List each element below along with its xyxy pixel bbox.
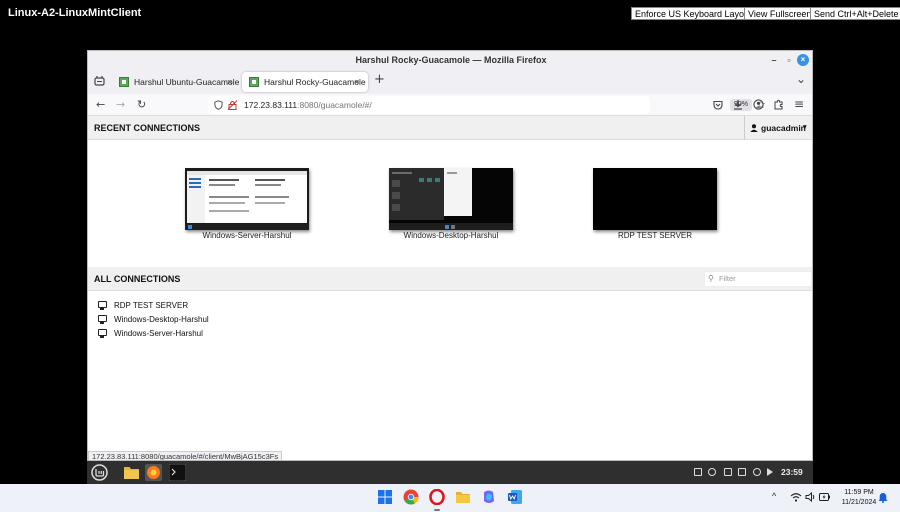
guacamole-favicon-icon xyxy=(249,77,259,87)
monitor-icon xyxy=(98,315,107,324)
file-explorer-icon[interactable] xyxy=(455,489,471,505)
connection-item[interactable]: RDP TEST SERVER xyxy=(98,300,188,312)
connection-name: Windows-Desktop-Harshul xyxy=(114,315,209,324)
windows-start-icon[interactable] xyxy=(377,489,393,505)
pocket-icon[interactable] xyxy=(713,100,723,110)
connection-item[interactable]: Windows-Desktop-Harshul xyxy=(98,314,209,326)
guacamole-favicon-icon xyxy=(119,77,129,87)
forward-icon[interactable]: → xyxy=(116,99,125,111)
session-title: Linux-A2-LinuxMintClient xyxy=(8,7,142,19)
firefox-view-icon[interactable] xyxy=(94,75,105,86)
volume-icon[interactable] xyxy=(767,468,773,476)
window-title: Harshul Rocky-Guacamole — Mozilla Firefo… xyxy=(355,55,547,65)
recent-connection-thumbnail-server[interactable] xyxy=(185,168,309,230)
tab-rocky-guacamole[interactable]: Harshul Rocky-Guacamole × xyxy=(242,72,368,92)
tab-label: Harshul Ubuntu-Guacamole xyxy=(134,77,240,87)
monitor-icon xyxy=(98,301,107,310)
tab-close-icon[interactable]: × xyxy=(227,72,232,92)
copilot-icon[interactable] xyxy=(481,489,497,505)
list-tabs-chevron-down-icon[interactable]: ⌄ xyxy=(796,73,806,85)
mint-panel: 23:59 xyxy=(87,461,813,484)
show-hidden-icons-chevron-icon[interactable]: ^ xyxy=(772,491,776,501)
recent-connection-thumbnail-rdp-test[interactable] xyxy=(593,168,717,230)
filter-placeholder: Filter xyxy=(719,274,736,283)
downloads-icon[interactable] xyxy=(733,99,743,110)
opera-icon[interactable] xyxy=(429,489,445,505)
all-connections-header: ALL CONNECTIONS ⚲ Filter xyxy=(88,267,812,291)
network-icon[interactable] xyxy=(753,468,761,476)
tab-ubuntu-guacamole[interactable]: Harshul Ubuntu-Guacamole × xyxy=(112,72,240,92)
connection-name: Windows-Server-Harshul xyxy=(114,329,203,338)
mint-clock[interactable]: 23:59 xyxy=(781,461,803,484)
url-text[interactable]: 172.23.83.111:8080/guacamole/#/ xyxy=(244,96,372,114)
minimize-icon[interactable]: – xyxy=(768,54,780,66)
extensions-icon[interactable] xyxy=(773,99,784,110)
url-host: 172.23.83.111 xyxy=(244,100,298,110)
monitor-icon xyxy=(98,329,107,338)
connection-name: RDP TEST SERVER xyxy=(114,301,189,310)
back-icon[interactable]: ← xyxy=(96,99,105,111)
url-bar[interactable]: 172.23.83.111:8080/guacamole/#/ 90% ☆ xyxy=(208,96,766,114)
tab-bar: Harshul Ubuntu-Guacamole × Harshul Rocky… xyxy=(88,69,812,94)
recent-connection-label[interactable]: Windows-Server-Harshul xyxy=(162,231,332,240)
speaker-icon[interactable] xyxy=(805,492,816,502)
recent-connection-label[interactable]: Windows-Desktop-Harshul xyxy=(366,231,536,240)
notifications-icon[interactable] xyxy=(694,468,702,476)
word-icon[interactable] xyxy=(507,489,523,505)
security-shield-icon[interactable] xyxy=(708,468,716,476)
reload-icon[interactable]: ↻ xyxy=(137,99,146,111)
all-connections-title: ALL CONNECTIONS xyxy=(94,274,181,284)
notification-bell-icon[interactable] xyxy=(878,492,888,503)
user-menu[interactable]: guacadmin ▾ xyxy=(744,116,812,140)
guacamole-home: RECENT CONNECTIONS guacadmin ▾ Windows-S… xyxy=(88,116,812,460)
window-close-icon[interactable]: × xyxy=(797,54,809,66)
mint-menu-icon[interactable] xyxy=(91,464,108,481)
window-titlebar: Harshul Rocky-Guacamole — Mozilla Firefo… xyxy=(88,51,812,69)
recent-connection-label[interactable]: RDP TEST SERVER xyxy=(570,231,740,240)
view-fullscreen-button[interactable]: View Fullscreen xyxy=(744,7,816,20)
files-folder-icon[interactable] xyxy=(123,464,140,481)
recent-connections-header: RECENT CONNECTIONS guacadmin ▾ xyxy=(88,116,812,140)
user-icon xyxy=(750,124,758,132)
firefox-window: Harshul Rocky-Guacamole — Mozilla Firefo… xyxy=(87,50,813,461)
search-icon: ⚲ xyxy=(708,274,714,283)
user-menu-caret-icon: ▾ xyxy=(803,124,807,131)
terminal-icon[interactable] xyxy=(169,464,186,481)
tab-close-icon[interactable]: × xyxy=(354,72,359,92)
battery-icon[interactable] xyxy=(738,468,746,476)
username: guacadmin xyxy=(761,123,806,133)
enforce-keyboard-button[interactable]: Enforce US Keyboard Layout xyxy=(631,7,756,20)
connection-item[interactable]: Windows-Server-Harshul xyxy=(98,328,203,340)
opera-active-indicator xyxy=(434,509,440,511)
windows-taskbar: ^ 11:59 PM 11/21/2024 xyxy=(0,484,900,512)
firefox-app-icon[interactable] xyxy=(145,464,162,481)
send-ctrl-alt-delete-button[interactable]: Send Ctrl+Alt+Delete xyxy=(810,7,900,20)
recent-connections-title: RECENT CONNECTIONS xyxy=(94,123,201,133)
maximize-icon[interactable]: ▫ xyxy=(783,54,795,66)
printer-icon[interactable] xyxy=(724,468,732,476)
tab-label: Harshul Rocky-Guacamole xyxy=(264,77,366,87)
filter-input[interactable]: ⚲ Filter xyxy=(704,271,812,287)
wifi-icon[interactable] xyxy=(790,492,802,502)
navigation-toolbar: ← → ↻ 172.23.83.111:8080/guacamole/#/ 90… xyxy=(88,94,812,116)
url-path: :8080/guacamole/#/ xyxy=(297,100,372,110)
windows-server-screen-thumbnail xyxy=(185,168,309,230)
account-icon[interactable] xyxy=(753,99,764,110)
link-status-bar: 172.23.83.111:8080/guacamole/#/client/Mw… xyxy=(88,451,283,460)
windows-desktop-screen-thumbnail xyxy=(389,168,513,230)
battery-charging-icon[interactable] xyxy=(819,492,830,502)
new-tab-icon[interactable]: + xyxy=(374,73,385,86)
insecure-lock-icon[interactable] xyxy=(228,100,237,110)
tracking-shield-icon[interactable] xyxy=(214,100,223,110)
recent-connection-thumbnail-desktop[interactable] xyxy=(389,168,513,230)
app-menu-icon[interactable]: ≡ xyxy=(794,98,804,110)
chrome-icon[interactable] xyxy=(403,489,419,505)
